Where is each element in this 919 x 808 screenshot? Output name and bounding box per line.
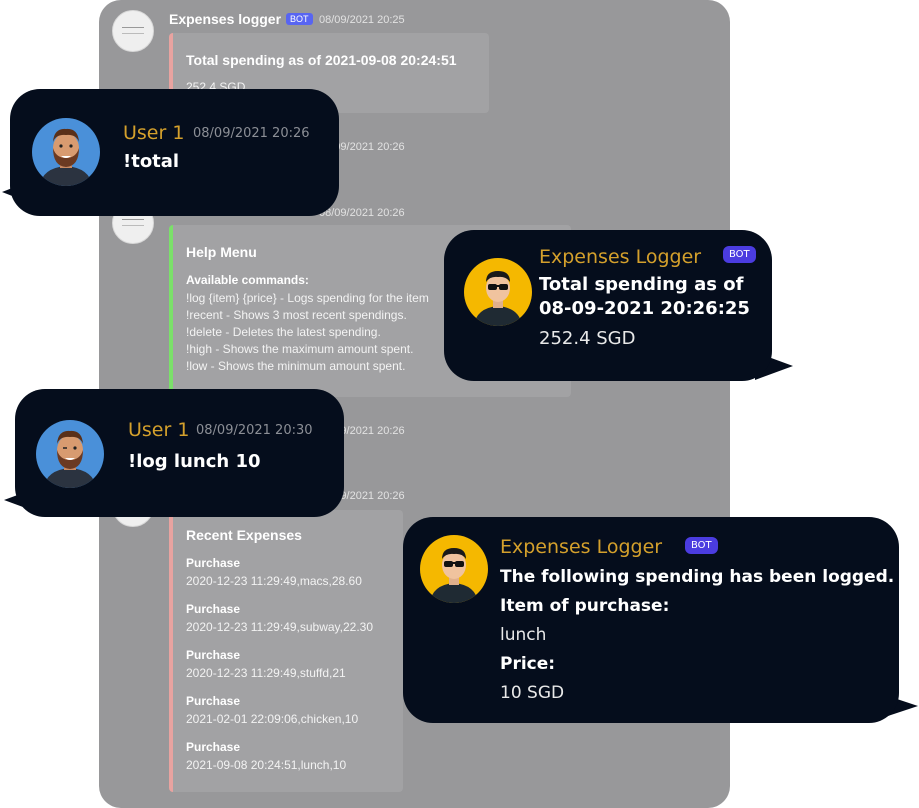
price-value: 10 SGD xyxy=(500,683,565,703)
item-value: lunch xyxy=(500,625,547,645)
message-author: Expenses logger BOT xyxy=(169,11,313,27)
bot-avatar-icon xyxy=(464,258,532,326)
purchase-value: 2021-02-01 22:09:06,chicken,10 xyxy=(186,712,359,726)
embed-title: Recent Expenses xyxy=(186,527,302,543)
author-name: Expenses Logger xyxy=(539,246,702,268)
message-text: Total spending as of xyxy=(539,274,744,295)
purchase-value: 2020-12-23 11:29:49,macs,28.60 xyxy=(186,574,362,588)
author-name: Expenses logger xyxy=(169,11,282,27)
item-label: Item of purchase: xyxy=(500,596,670,616)
price-label: Price: xyxy=(500,654,556,674)
bot-logo-icon xyxy=(112,10,154,52)
message-text: 08-09-2021 20:26:25 xyxy=(539,298,750,319)
message-timestamp: 08/09/2021 20:25 xyxy=(319,14,405,26)
purchase-label: Purchase xyxy=(186,602,241,616)
user-avatar-icon xyxy=(36,420,104,488)
message-timestamp: 08/09/2021 20:26 xyxy=(319,207,405,219)
message-text: 252.4 SGD xyxy=(539,328,636,349)
author-name: Expenses Logger xyxy=(500,536,663,558)
bot-badge: BOT xyxy=(685,537,718,554)
user-log-bubble: User 1 08/09/2021 20:30 !log lunch 10 xyxy=(15,389,344,517)
bot-avatar-icon xyxy=(420,535,488,603)
bot-total-bubble: Expenses Logger BOT Total spending as of… xyxy=(444,230,772,381)
message-text: !log lunch 10 xyxy=(128,451,261,472)
purchase-label: Purchase xyxy=(186,740,241,754)
message-timestamp: 08/09/2021 20:30 xyxy=(196,423,313,438)
user-avatar-icon xyxy=(32,118,100,186)
bot-badge: BOT xyxy=(723,246,756,263)
purchase-value: 2021-09-08 20:24:51,lunch,10 xyxy=(186,758,347,772)
purchase-label: Purchase xyxy=(186,694,241,708)
purchase-label: Purchase xyxy=(186,556,241,570)
embed-title: Total spending as of 2021-09-08 20:24:51 xyxy=(186,52,457,68)
user-total-bubble: User 1 08/09/2021 20:26 !total xyxy=(10,89,339,216)
author-name: User 1 xyxy=(128,419,190,441)
message-text: The following spending has been logged. xyxy=(500,567,895,587)
purchase-value: 2020-12-23 11:29:49,stuffd,21 xyxy=(186,666,346,680)
purchase-label: Purchase xyxy=(186,648,241,662)
bot-logged-bubble: Expenses Logger BOT The following spendi… xyxy=(403,517,899,723)
purchase-value: 2020-12-23 11:29:49,subway,22.30 xyxy=(186,620,374,634)
message-text: !total xyxy=(123,151,180,172)
message-timestamp: 08/09/2021 20:26 xyxy=(193,126,310,141)
recent-embed: Recent Expenses Purchase 2020-12-23 11:2… xyxy=(169,510,403,792)
author-name: User 1 xyxy=(123,122,185,144)
bot-badge: BOT xyxy=(286,13,313,25)
